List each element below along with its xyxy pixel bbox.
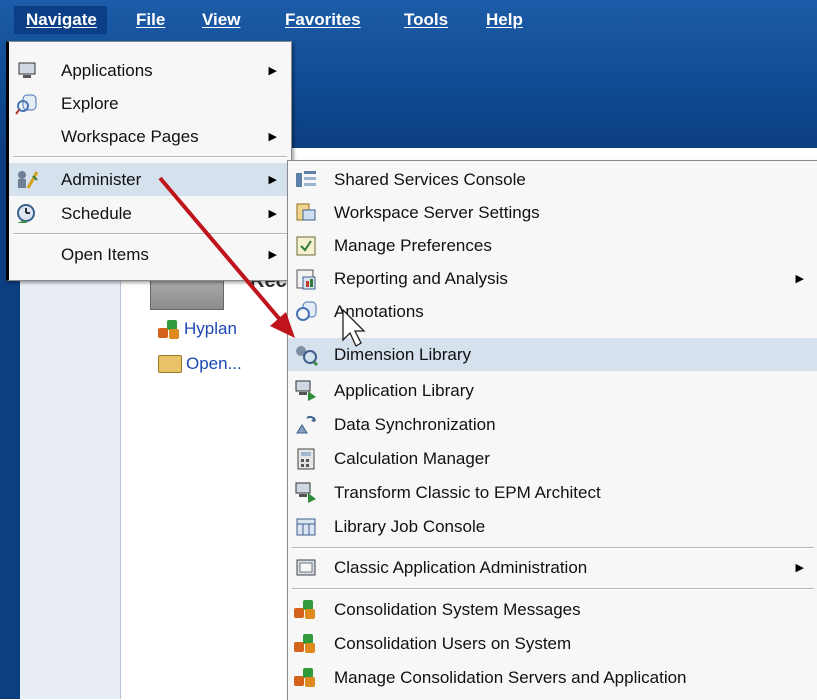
cubes-icon <box>294 598 318 622</box>
menu-view[interactable]: View <box>202 10 240 30</box>
menu-item-schedule[interactable]: Schedule ▶ <box>9 197 291 230</box>
submenu-arrow-icon: ▶ <box>268 249 277 261</box>
menu-item-label: Transform Classic to EPM Architect <box>334 482 601 502</box>
transform-icon <box>294 481 318 505</box>
menu-item-reporting-and-analysis[interactable]: Reporting and Analysis ▶ <box>288 262 817 295</box>
menu-navigate[interactable]: Navigate <box>14 6 107 34</box>
cubes-icon <box>294 666 318 690</box>
schedule-icon <box>15 202 39 226</box>
menu-item-classic-application-administration[interactable]: Classic Application Administration ▶ <box>288 551 817 584</box>
submenu-arrow-icon: ▶ <box>268 208 277 220</box>
menu-item-library-job-console[interactable]: Library Job Console <box>288 510 817 543</box>
submenu-arrow-icon: ▶ <box>268 174 277 186</box>
application-library-icon <box>294 379 318 403</box>
server-settings-icon <box>294 201 318 225</box>
workspace-link-label: Open... <box>186 354 242 373</box>
menu-tools[interactable]: Tools <box>404 10 448 30</box>
admin-tools-icon <box>15 168 39 192</box>
menu-item-workspace-server-settings[interactable]: Workspace Server Settings <box>288 196 817 229</box>
menu-item-label: Classic Application Administration <box>334 557 588 577</box>
menu-item-label: Data Synchronization <box>334 414 496 434</box>
shared-services-icon <box>294 168 318 192</box>
cubes-icon <box>294 632 318 656</box>
menu-item-manage-consolidation-servers[interactable]: Manage Consolidation Servers and Applica… <box>288 661 817 694</box>
menu-item-label: Administer <box>61 169 142 189</box>
explore-icon <box>15 92 39 116</box>
menu-item-label: Calculation Manager <box>334 448 490 468</box>
workspace-link-hyplan[interactable]: Hyplan <box>158 318 237 340</box>
menu-item-shared-services-console[interactable]: Shared Services Console <box>288 163 817 196</box>
menu-item-label: Shared Services Console <box>334 169 526 189</box>
menu-item-label: Manage Preferences <box>334 235 492 255</box>
menu-item-label: Schedule <box>61 203 132 223</box>
calculator-icon <box>294 447 318 471</box>
folder-open-icon <box>158 355 182 373</box>
menu-item-label: Consolidation Users on System <box>334 633 572 653</box>
menu-item-label: Manage Consolidation Servers and Applica… <box>334 667 687 687</box>
menu-separator <box>13 233 287 235</box>
monitor-icon <box>15 59 39 83</box>
menu-item-label: Workspace Pages <box>61 126 199 146</box>
cubes-icon <box>158 318 180 340</box>
submenu-arrow-icon: ▶ <box>268 65 277 77</box>
preferences-icon <box>294 234 318 258</box>
menu-item-transform-classic[interactable]: Transform Classic to EPM Architect <box>288 476 817 509</box>
menu-item-consolidation-users-on-system[interactable]: Consolidation Users on System <box>288 627 817 660</box>
menu-item-administer[interactable]: Administer ▶ <box>9 163 291 196</box>
menu-item-label: Library Job Console <box>334 516 486 536</box>
menu-item-label: Explore <box>61 93 119 113</box>
submenu-arrow-icon: ▶ <box>268 131 277 143</box>
menu-bar: Navigate File View Favorites Tools Help <box>0 0 817 44</box>
menu-separator <box>292 588 814 590</box>
data-sync-icon <box>294 413 318 437</box>
menu-item-calculation-manager[interactable]: Calculation Manager <box>288 442 817 475</box>
submenu-arrow-icon: ▶ <box>795 273 804 285</box>
submenu-arrow-icon: ▶ <box>795 562 804 574</box>
menu-favorites[interactable]: Favorites <box>285 10 361 30</box>
workspace-link-open[interactable]: Open... <box>158 354 242 374</box>
workspace-link-label: Hyplan <box>184 319 237 338</box>
menu-item-data-synchronization[interactable]: Data Synchronization <box>288 408 817 441</box>
menu-item-dimension-library[interactable]: Dimension Library <box>288 338 817 371</box>
menu-item-label: Open Items <box>61 244 149 264</box>
menu-item-label: Reporting and Analysis <box>334 268 508 288</box>
menu-item-manage-preferences[interactable]: Manage Preferences <box>288 229 817 262</box>
menu-item-label: Annotations <box>334 301 424 321</box>
annotations-icon <box>294 300 318 324</box>
administer-submenu: Shared Services Console Workspace Server… <box>287 160 817 700</box>
menu-file[interactable]: File <box>136 10 165 30</box>
menu-item-label: Application Library <box>334 380 474 400</box>
menu-item-label: Consolidation System Messages <box>334 599 581 619</box>
classic-admin-icon <box>294 556 318 580</box>
menu-item-application-library[interactable]: Application Library <box>288 374 817 407</box>
menu-item-label: Dimension Library <box>334 344 471 364</box>
menu-item-annotations[interactable]: Annotations <box>288 295 817 328</box>
menu-item-explore[interactable]: Explore <box>9 87 291 120</box>
navigate-menu: Applications ▶ Explore Workspace Pages ▶… <box>6 41 292 281</box>
menu-separator <box>292 547 814 549</box>
menu-item-workspace-pages[interactable]: Workspace Pages ▶ <box>9 120 291 153</box>
menu-item-consolidation-system-messages[interactable]: Consolidation System Messages <box>288 593 817 626</box>
menu-item-open-items[interactable]: Open Items ▶ <box>9 238 291 271</box>
menu-help[interactable]: Help <box>486 10 523 30</box>
job-console-icon <box>294 515 318 539</box>
menu-separator <box>13 156 287 158</box>
menu-item-label: Applications <box>61 60 153 80</box>
menu-item-label: Workspace Server Settings <box>334 202 540 222</box>
report-icon <box>294 267 318 291</box>
menu-item-applications[interactable]: Applications ▶ <box>9 54 291 87</box>
dimension-library-icon <box>294 343 318 367</box>
